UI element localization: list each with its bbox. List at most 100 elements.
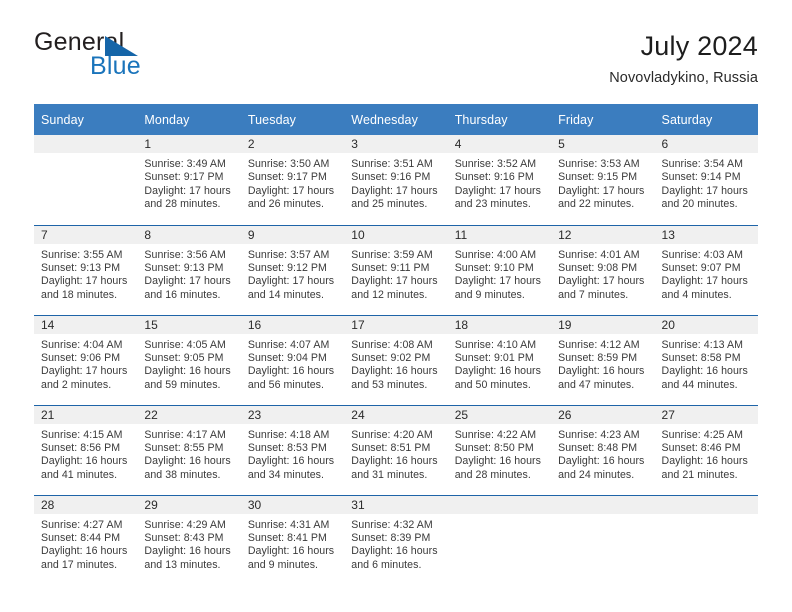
general-blue-logo[interactable]: General Blue xyxy=(34,28,224,84)
calendar-day-cell[interactable]: 21 Sunrise: 4:15 AM Sunset: 8:56 PM Dayl… xyxy=(34,404,138,495)
day-details: Sunrise: 3:53 AM Sunset: 9:15 PM Dayligh… xyxy=(551,153,654,212)
day-number: 11 xyxy=(447,225,552,244)
calendar-day-cell[interactable] xyxy=(654,494,758,585)
day-cell-inner: 16 Sunrise: 4:07 AM Sunset: 9:04 PM Dayl… xyxy=(240,315,345,404)
calendar-day-cell[interactable]: 4 Sunrise: 3:52 AM Sunset: 9:16 PM Dayli… xyxy=(447,135,552,225)
calendar-day-cell[interactable]: 6 Sunrise: 3:54 AM Sunset: 9:14 PM Dayli… xyxy=(654,135,758,225)
calendar-day-cell[interactable] xyxy=(34,135,138,225)
calendar-day-cell[interactable]: 1 Sunrise: 3:49 AM Sunset: 9:17 PM Dayli… xyxy=(137,135,241,225)
day-details: Sunrise: 4:20 AM Sunset: 8:51 PM Dayligh… xyxy=(344,424,447,483)
day-cell-inner: 28 Sunrise: 4:27 AM Sunset: 8:44 PM Dayl… xyxy=(34,495,138,584)
calendar-day-cell[interactable]: 29 Sunrise: 4:29 AM Sunset: 8:43 PM Dayl… xyxy=(137,494,241,585)
sunrise-text: Sunrise: 4:07 AM xyxy=(247,338,330,351)
daylight-text-line2: and 26 minutes. xyxy=(247,198,324,211)
day-details: Sunrise: 3:56 AM Sunset: 9:13 PM Dayligh… xyxy=(137,244,240,303)
daylight-text-line1: Daylight: 17 hours xyxy=(351,184,438,197)
day-details: Sunrise: 4:17 AM Sunset: 8:55 PM Dayligh… xyxy=(137,424,240,483)
sunrise-text: Sunrise: 4:29 AM xyxy=(144,518,226,531)
sunset-text: Sunset: 9:15 PM xyxy=(558,171,638,184)
calendar-day-cell[interactable]: 3 Sunrise: 3:51 AM Sunset: 9:16 PM Dayli… xyxy=(344,135,448,225)
calendar-day-cell[interactable]: 25 Sunrise: 4:22 AM Sunset: 8:50 PM Dayl… xyxy=(447,404,552,495)
daylight-text-line1: Daylight: 17 hours xyxy=(41,275,128,288)
calendar-day-cell[interactable]: 5 Sunrise: 3:53 AM Sunset: 9:15 PM Dayli… xyxy=(551,135,655,225)
calendar-day-cell[interactable]: 13 Sunrise: 4:03 AM Sunset: 9:07 PM Dayl… xyxy=(654,224,758,315)
sunset-text: Sunset: 8:46 PM xyxy=(661,441,741,454)
daylight-text-line1: Daylight: 16 hours xyxy=(351,365,438,378)
day-cell-inner: 31 Sunrise: 4:32 AM Sunset: 8:39 PM Dayl… xyxy=(344,495,448,584)
sunrise-text: Sunrise: 4:32 AM xyxy=(351,518,433,531)
day-cell-inner: 22 Sunrise: 4:17 AM Sunset: 8:55 PM Dayl… xyxy=(137,405,241,494)
day-number: 19 xyxy=(551,315,655,334)
sunset-text: Sunset: 9:02 PM xyxy=(351,351,431,364)
calendar-day-cell[interactable]: 8 Sunrise: 3:56 AM Sunset: 9:13 PM Dayli… xyxy=(137,224,241,315)
daylight-text-line2: and 25 minutes. xyxy=(351,198,428,211)
daylight-text-line1: Daylight: 16 hours xyxy=(558,455,645,468)
day-cell-inner: 18 Sunrise: 4:10 AM Sunset: 9:01 PM Dayl… xyxy=(447,315,552,404)
day-details: Sunrise: 4:01 AM Sunset: 9:08 PM Dayligh… xyxy=(551,244,654,303)
day-cell-inner: 17 Sunrise: 4:08 AM Sunset: 9:02 PM Dayl… xyxy=(344,315,448,404)
daylight-text-line2: and 20 minutes. xyxy=(661,198,738,211)
weekday-header-row: Sunday Monday Tuesday Wednesday Thursday… xyxy=(34,104,758,135)
daylight-text-line2: and 12 minutes. xyxy=(351,288,428,301)
calendar-day-cell[interactable]: 30 Sunrise: 4:31 AM Sunset: 8:41 PM Dayl… xyxy=(240,494,345,585)
daylight-text-line1: Daylight: 16 hours xyxy=(144,545,231,558)
day-details: Sunrise: 4:08 AM Sunset: 9:02 PM Dayligh… xyxy=(344,334,447,393)
day-number: 21 xyxy=(34,405,138,424)
day-number: 22 xyxy=(137,405,241,424)
calendar-day-cell[interactable]: 26 Sunrise: 4:23 AM Sunset: 8:48 PM Dayl… xyxy=(551,404,655,495)
calendar-day-cell[interactable] xyxy=(447,494,552,585)
calendar-day-cell[interactable]: 14 Sunrise: 4:04 AM Sunset: 9:06 PM Dayl… xyxy=(34,314,138,405)
sunset-text: Sunset: 9:14 PM xyxy=(661,171,741,184)
day-details: Sunrise: 3:59 AM Sunset: 9:11 PM Dayligh… xyxy=(344,244,447,303)
calendar-day-cell[interactable]: 22 Sunrise: 4:17 AM Sunset: 8:55 PM Dayl… xyxy=(137,404,241,495)
day-details: Sunrise: 3:54 AM Sunset: 9:14 PM Dayligh… xyxy=(655,153,758,212)
daylight-text-line2: and 31 minutes. xyxy=(351,468,428,481)
sunrise-text: Sunrise: 3:51 AM xyxy=(351,158,433,170)
calendar-day-cell[interactable]: 16 Sunrise: 4:07 AM Sunset: 9:04 PM Dayl… xyxy=(240,314,345,405)
calendar-day-cell[interactable]: 17 Sunrise: 4:08 AM Sunset: 9:02 PM Dayl… xyxy=(344,314,448,405)
calendar-day-cell[interactable]: 11 Sunrise: 4:00 AM Sunset: 9:10 PM Dayl… xyxy=(447,224,552,315)
calendar-day-cell[interactable]: 9 Sunrise: 3:57 AM Sunset: 9:12 PM Dayli… xyxy=(240,224,345,315)
day-number xyxy=(654,495,758,514)
calendar-day-cell[interactable]: 27 Sunrise: 4:25 AM Sunset: 8:46 PM Dayl… xyxy=(654,404,758,495)
calendar-day-cell[interactable]: 18 Sunrise: 4:10 AM Sunset: 9:01 PM Dayl… xyxy=(447,314,552,405)
day-cell-inner: 1 Sunrise: 3:49 AM Sunset: 9:17 PM Dayli… xyxy=(137,135,241,223)
day-cell-inner: 3 Sunrise: 3:51 AM Sunset: 9:16 PM Dayli… xyxy=(344,135,448,223)
calendar-day-cell[interactable]: 28 Sunrise: 4:27 AM Sunset: 8:44 PM Dayl… xyxy=(34,494,138,585)
calendar-day-cell[interactable]: 10 Sunrise: 3:59 AM Sunset: 9:11 PM Dayl… xyxy=(344,224,448,315)
sunset-text: Sunset: 9:13 PM xyxy=(144,261,224,274)
day-details: Sunrise: 3:49 AM Sunset: 9:17 PM Dayligh… xyxy=(137,153,240,212)
daylight-text-line2: and 2 minutes. xyxy=(41,378,112,391)
calendar-page: General Blue July 2024 Novovladykino, Ru… xyxy=(0,0,792,612)
sunrise-text: Sunrise: 4:15 AM xyxy=(41,428,123,441)
calendar-day-cell[interactable]: 2 Sunrise: 3:50 AM Sunset: 9:17 PM Dayli… xyxy=(240,135,345,225)
sunrise-text: Sunrise: 4:05 AM xyxy=(144,338,226,351)
calendar-day-cell[interactable]: 24 Sunrise: 4:20 AM Sunset: 8:51 PM Dayl… xyxy=(344,404,448,495)
calendar-day-cell[interactable]: 19 Sunrise: 4:12 AM Sunset: 8:59 PM Dayl… xyxy=(551,314,655,405)
sunset-text: Sunset: 9:17 PM xyxy=(144,171,224,184)
calendar-table: Sunday Monday Tuesday Wednesday Thursday… xyxy=(34,104,758,585)
day-details: Sunrise: 4:25 AM Sunset: 8:46 PM Dayligh… xyxy=(655,424,758,483)
calendar-day-cell[interactable]: 12 Sunrise: 4:01 AM Sunset: 9:08 PM Dayl… xyxy=(551,224,655,315)
sunrise-text: Sunrise: 4:25 AM xyxy=(661,428,744,441)
daylight-text-line1: Daylight: 17 hours xyxy=(41,365,128,378)
day-cell-inner: 26 Sunrise: 4:23 AM Sunset: 8:48 PM Dayl… xyxy=(551,405,655,494)
day-cell-inner: 20 Sunrise: 4:13 AM Sunset: 8:58 PM Dayl… xyxy=(654,315,758,404)
calendar-day-cell[interactable] xyxy=(551,494,655,585)
daylight-text-line1: Daylight: 16 hours xyxy=(661,455,748,468)
day-number: 25 xyxy=(447,405,552,424)
calendar-day-cell[interactable]: 31 Sunrise: 4:32 AM Sunset: 8:39 PM Dayl… xyxy=(344,494,448,585)
daylight-text-line1: Daylight: 16 hours xyxy=(41,545,128,558)
daylight-text-line2: and 34 minutes. xyxy=(247,468,324,481)
sunset-text: Sunset: 9:16 PM xyxy=(454,171,534,184)
calendar-day-cell[interactable]: 15 Sunrise: 4:05 AM Sunset: 9:05 PM Dayl… xyxy=(137,314,241,405)
calendar-day-cell[interactable]: 23 Sunrise: 4:18 AM Sunset: 8:53 PM Dayl… xyxy=(240,404,345,495)
sunset-text: Sunset: 9:10 PM xyxy=(454,261,534,274)
calendar-day-cell[interactable]: 20 Sunrise: 4:13 AM Sunset: 8:58 PM Dayl… xyxy=(654,314,758,405)
sunset-text: Sunset: 8:44 PM xyxy=(41,531,121,544)
daylight-text-line2: and 17 minutes. xyxy=(41,558,118,571)
day-number: 31 xyxy=(344,495,448,514)
weekday-header-saturday: Saturday xyxy=(654,104,758,135)
calendar-day-cell[interactable]: 7 Sunrise: 3:55 AM Sunset: 9:13 PM Dayli… xyxy=(34,224,138,315)
day-cell-inner: 13 Sunrise: 4:03 AM Sunset: 9:07 PM Dayl… xyxy=(654,225,758,314)
